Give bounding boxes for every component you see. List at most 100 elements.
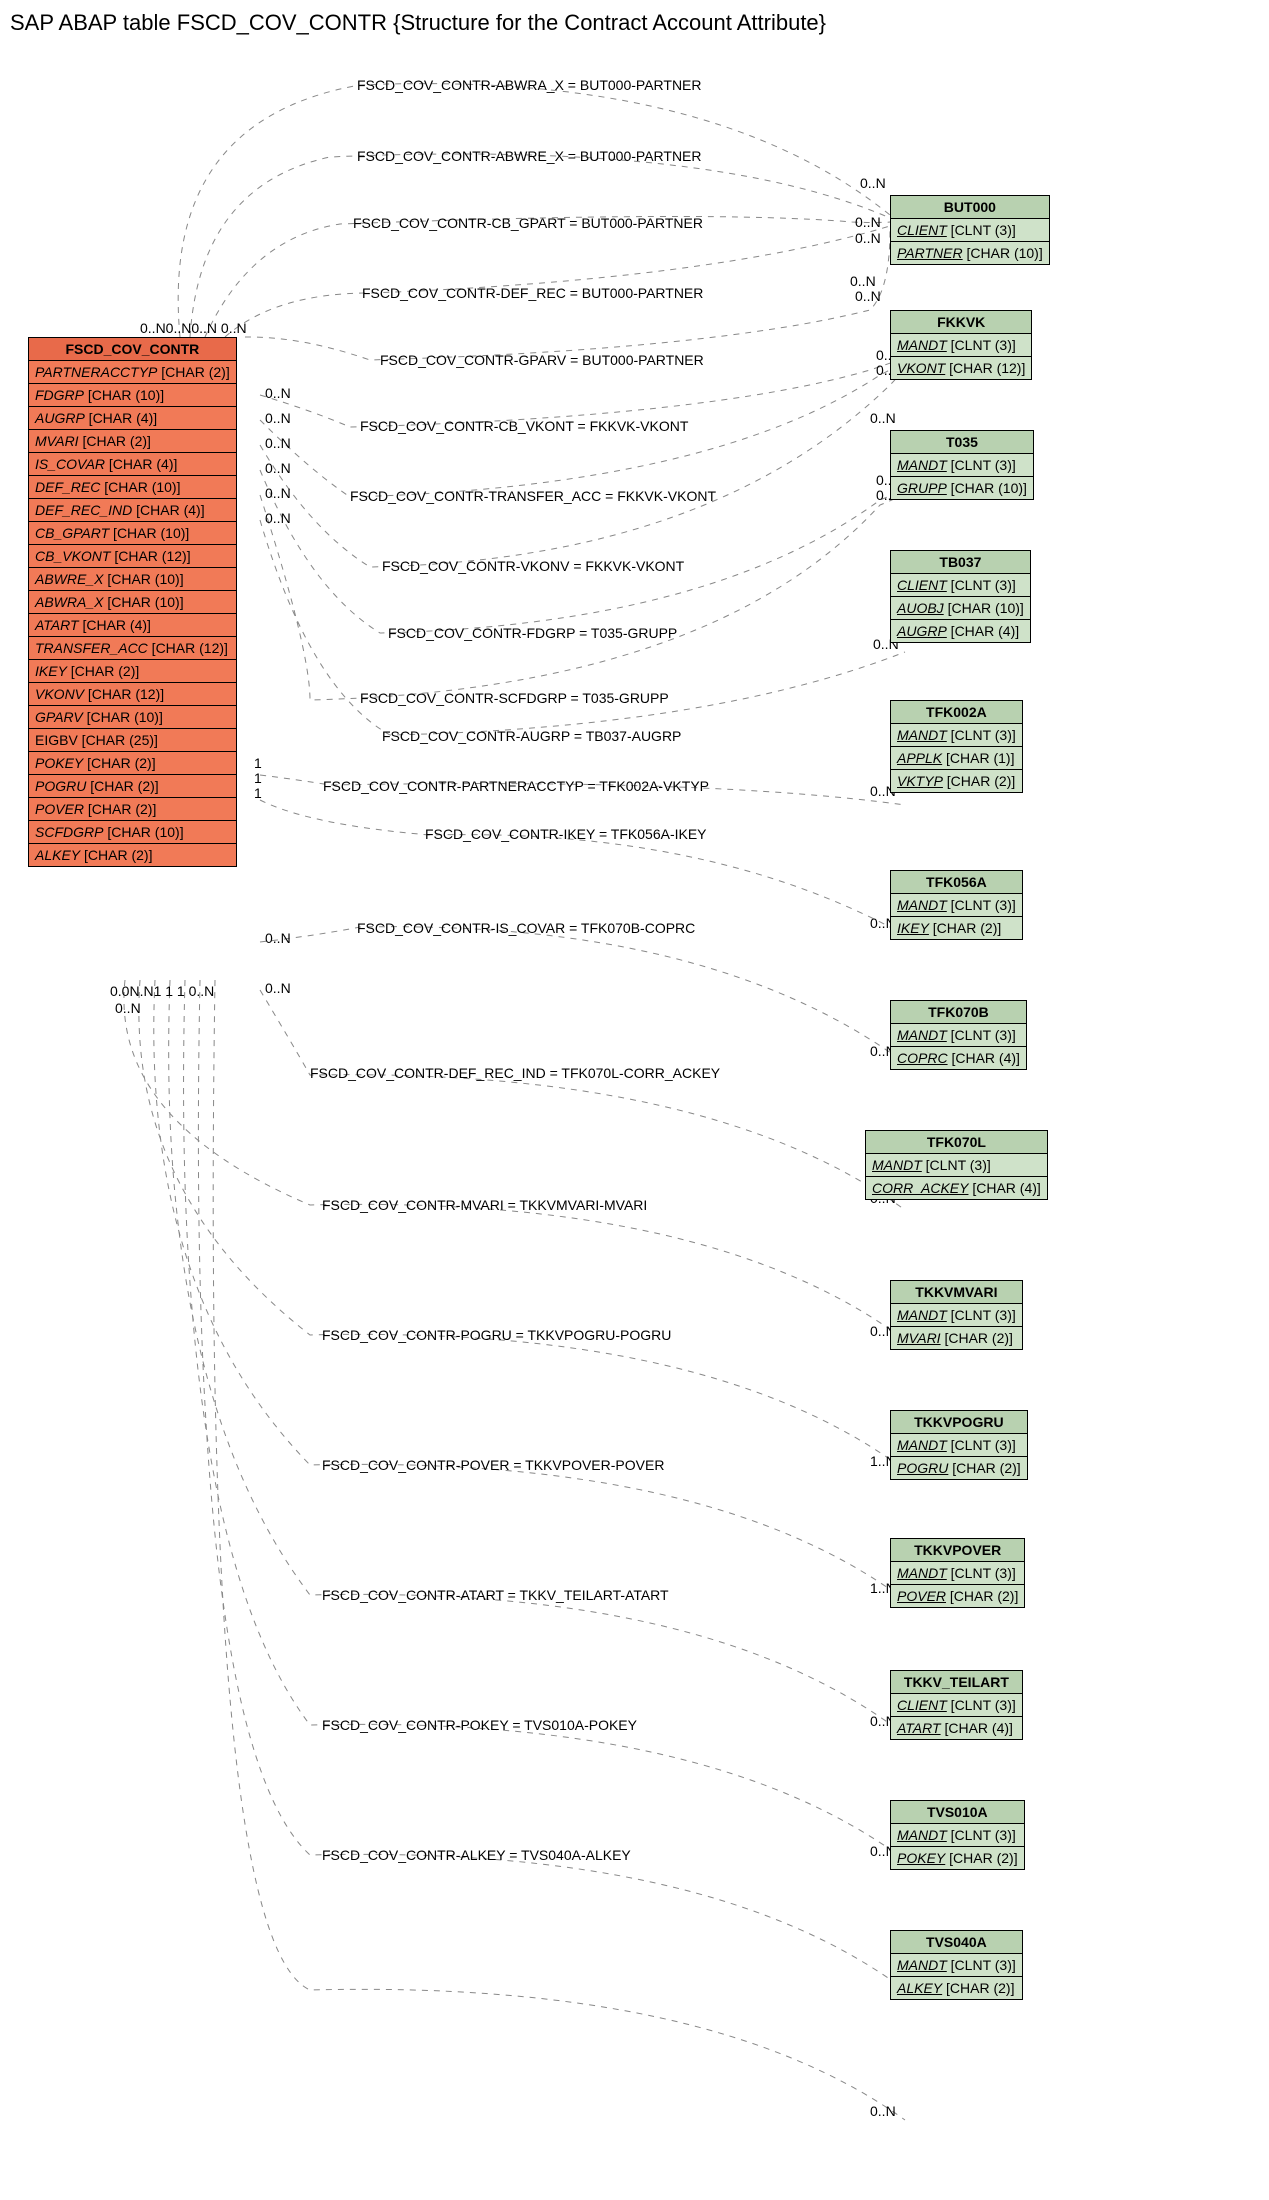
cardinality-left: 1 xyxy=(254,770,262,786)
related-field: CLIENT [CLNT (3)] xyxy=(891,574,1031,597)
main-field: IS_COVAR [CHAR (4)] xyxy=(29,453,237,476)
related-field: CORR_ACKEY [CHAR (4)] xyxy=(866,1177,1048,1200)
cardinality-left: 0..N xyxy=(265,930,291,946)
main-field: ALKEY [CHAR (2)] xyxy=(29,844,237,867)
related-table-header: TVS010A xyxy=(891,1801,1025,1824)
related-field: APPLK [CHAR (1)] xyxy=(891,747,1023,770)
relation-label: FSCD_COV_CONTR-POKEY = TVS010A-POKEY xyxy=(322,1717,637,1733)
cardinality-bottom-cluster: 0.0N.N1 1 1 0..N xyxy=(110,983,214,999)
cardinality-right: 0..N xyxy=(870,2103,896,2119)
related-field: MANDT [CLNT (3)] xyxy=(891,1434,1028,1457)
related-field: MANDT [CLNT (3)] xyxy=(891,454,1034,477)
cardinality-right: 0..N xyxy=(855,230,881,246)
related-table-header: TB037 xyxy=(891,551,1031,574)
related-table-header: TFK070B xyxy=(891,1001,1027,1024)
main-table-header: FSCD_COV_CONTR xyxy=(29,338,237,361)
related-field: MANDT [CLNT (3)] xyxy=(891,1024,1027,1047)
related-field: CLIENT [CLNT (3)] xyxy=(891,219,1050,242)
cardinality-left: 0..N xyxy=(265,980,291,996)
relation-label: FSCD_COV_CONTR-PARTNERACCTYP = TFK002A-V… xyxy=(323,778,709,794)
relation-label: FSCD_COV_CONTR-ALKEY = TVS040A-ALKEY xyxy=(322,1847,631,1863)
main-field: CB_GPART [CHAR (10)] xyxy=(29,522,237,545)
related-field: COPRC [CHAR (4)] xyxy=(891,1047,1027,1070)
relation-label: FSCD_COV_CONTR-ATART = TKKV_TEILART-ATAR… xyxy=(322,1587,669,1603)
related-table-tkkvmvari: TKKVMVARIMANDT [CLNT (3)]MVARI [CHAR (2)… xyxy=(890,1280,1023,1350)
main-field: EIGBV [CHAR (25)] xyxy=(29,729,237,752)
related-field: AUGRP [CHAR (4)] xyxy=(891,620,1031,643)
related-field: PARTNER [CHAR (10)] xyxy=(891,242,1050,265)
related-field: MANDT [CLNT (3)] xyxy=(891,334,1032,357)
er-diagram: FSCD_COV_CONTR PARTNERACCTYP [CHAR (2)]F… xyxy=(10,40,1269,2190)
related-table-tvs010a: TVS010AMANDT [CLNT (3)]POKEY [CHAR (2)] xyxy=(890,1800,1025,1870)
relation-label: FSCD_COV_CONTR-TRANSFER_ACC = FKKVK-VKON… xyxy=(350,488,716,504)
related-table-tfk002a: TFK002AMANDT [CLNT (3)]APPLK [CHAR (1)]V… xyxy=(890,700,1023,793)
related-table-header: TKKVMVARI xyxy=(891,1281,1023,1304)
related-table-fkkvk: FKKVKMANDT [CLNT (3)]VKONT [CHAR (12)] xyxy=(890,310,1032,380)
cardinality-left: 0..N xyxy=(265,510,291,526)
related-field: MANDT [CLNT (3)] xyxy=(891,1824,1025,1847)
main-field: FDGRP [CHAR (10)] xyxy=(29,384,237,407)
related-field: ALKEY [CHAR (2)] xyxy=(891,1977,1023,2000)
related-table-tfk070b: TFK070BMANDT [CLNT (3)]COPRC [CHAR (4)] xyxy=(890,1000,1027,1070)
cardinality-top-cluster: 0..N0..N0..N 0..N xyxy=(140,320,247,336)
related-field: IKEY [CHAR (2)] xyxy=(891,917,1023,940)
main-field: TRANSFER_ACC [CHAR (12)] xyxy=(29,637,237,660)
main-field: VKONV [CHAR (12)] xyxy=(29,683,237,706)
relation-label: FSCD_COV_CONTR-AUGRP = TB037-AUGRP xyxy=(382,728,681,744)
related-table-header: TKKV_TEILART xyxy=(891,1671,1023,1694)
relation-label: FSCD_COV_CONTR-POVER = TKKVPOVER-POVER xyxy=(322,1457,664,1473)
related-table-header: TKKVPOGRU xyxy=(891,1411,1028,1434)
main-field: GPARV [CHAR (10)] xyxy=(29,706,237,729)
relation-label: FSCD_COV_CONTR-VKONV = FKKVK-VKONT xyxy=(382,558,684,574)
related-field: VKTYP [CHAR (2)] xyxy=(891,770,1023,793)
related-table-t035: T035MANDT [CLNT (3)]GRUPP [CHAR (10)] xyxy=(890,430,1034,500)
related-table-tkkvpover: TKKVPOVERMANDT [CLNT (3)]POVER [CHAR (2)… xyxy=(890,1538,1025,1608)
related-table-header: TVS040A xyxy=(891,1931,1023,1954)
main-field: IKEY [CHAR (2)] xyxy=(29,660,237,683)
relation-label: FSCD_COV_CONTR-GPARV = BUT000-PARTNER xyxy=(380,352,704,368)
relation-label: FSCD_COV_CONTR-MVARI = TKKVMVARI-MVARI xyxy=(322,1197,647,1213)
relation-label: FSCD_COV_CONTR-POGRU = TKKVPOGRU-POGRU xyxy=(322,1327,671,1343)
main-table-fscd-cov-contr: FSCD_COV_CONTR PARTNERACCTYP [CHAR (2)]F… xyxy=(28,337,237,867)
main-field: POVER [CHAR (2)] xyxy=(29,798,237,821)
related-table-tkkv_teilart: TKKV_TEILARTCLIENT [CLNT (3)]ATART [CHAR… xyxy=(890,1670,1023,1740)
related-field: ATART [CHAR (4)] xyxy=(891,1717,1023,1740)
related-table-but000: BUT000CLIENT [CLNT (3)]PARTNER [CHAR (10… xyxy=(890,195,1050,265)
main-field: DEF_REC [CHAR (10)] xyxy=(29,476,237,499)
main-field: ABWRE_X [CHAR (10)] xyxy=(29,568,237,591)
related-table-tkkvpogru: TKKVPOGRUMANDT [CLNT (3)]POGRU [CHAR (2)… xyxy=(890,1410,1028,1480)
relation-label: FSCD_COV_CONTR-SCFDGRP = T035-GRUPP xyxy=(360,690,669,706)
relation-label: FSCD_COV_CONTR-DEF_REC_IND = TFK070L-COR… xyxy=(310,1065,720,1081)
related-field: MVARI [CHAR (2)] xyxy=(891,1327,1023,1350)
related-field: POGRU [CHAR (2)] xyxy=(891,1457,1028,1480)
relation-label: FSCD_COV_CONTR-CB_GPART = BUT000-PARTNER xyxy=(353,215,703,231)
related-field: MANDT [CLNT (3)] xyxy=(891,1954,1023,1977)
cardinality-right: 0..N xyxy=(855,214,881,230)
related-field: MANDT [CLNT (3)] xyxy=(891,894,1023,917)
related-table-tb037: TB037CLIENT [CLNT (3)]AUOBJ [CHAR (10)]A… xyxy=(890,550,1031,643)
main-field: MVARI [CHAR (2)] xyxy=(29,430,237,453)
related-table-header: BUT000 xyxy=(891,196,1050,219)
cardinality-left: 0..N xyxy=(265,435,291,451)
cardinality-right: 0..N xyxy=(855,288,881,304)
cardinality-right: 0..N xyxy=(870,410,896,426)
main-field: AUGRP [CHAR (4)] xyxy=(29,407,237,430)
cardinality-left: 1 xyxy=(254,755,262,771)
related-field: GRUPP [CHAR (10)] xyxy=(891,477,1034,500)
related-table-header: T035 xyxy=(891,431,1034,454)
cardinality-left: 0..N xyxy=(265,460,291,476)
page-title: SAP ABAP table FSCD_COV_CONTR {Structure… xyxy=(10,10,1269,36)
related-table-tvs040a: TVS040AMANDT [CLNT (3)]ALKEY [CHAR (2)] xyxy=(890,1930,1023,2000)
main-field: POKEY [CHAR (2)] xyxy=(29,752,237,775)
relation-label: FSCD_COV_CONTR-IKEY = TFK056A-IKEY xyxy=(425,826,707,842)
relation-label: FSCD_COV_CONTR-ABWRA_X = BUT000-PARTNER xyxy=(357,77,702,93)
cardinality-left: 1 xyxy=(254,785,262,801)
main-field: ATART [CHAR (4)] xyxy=(29,614,237,637)
cardinality-bottom-single: 0..N xyxy=(115,1000,141,1016)
related-field: POKEY [CHAR (2)] xyxy=(891,1847,1025,1870)
main-field: DEF_REC_IND [CHAR (4)] xyxy=(29,499,237,522)
related-table-tfk056a: TFK056AMANDT [CLNT (3)]IKEY [CHAR (2)] xyxy=(890,870,1023,940)
relation-label: FSCD_COV_CONTR-IS_COVAR = TFK070B-COPRC xyxy=(357,920,695,936)
cardinality-left: 0..N xyxy=(265,385,291,401)
related-field: MANDT [CLNT (3)] xyxy=(891,1562,1025,1585)
